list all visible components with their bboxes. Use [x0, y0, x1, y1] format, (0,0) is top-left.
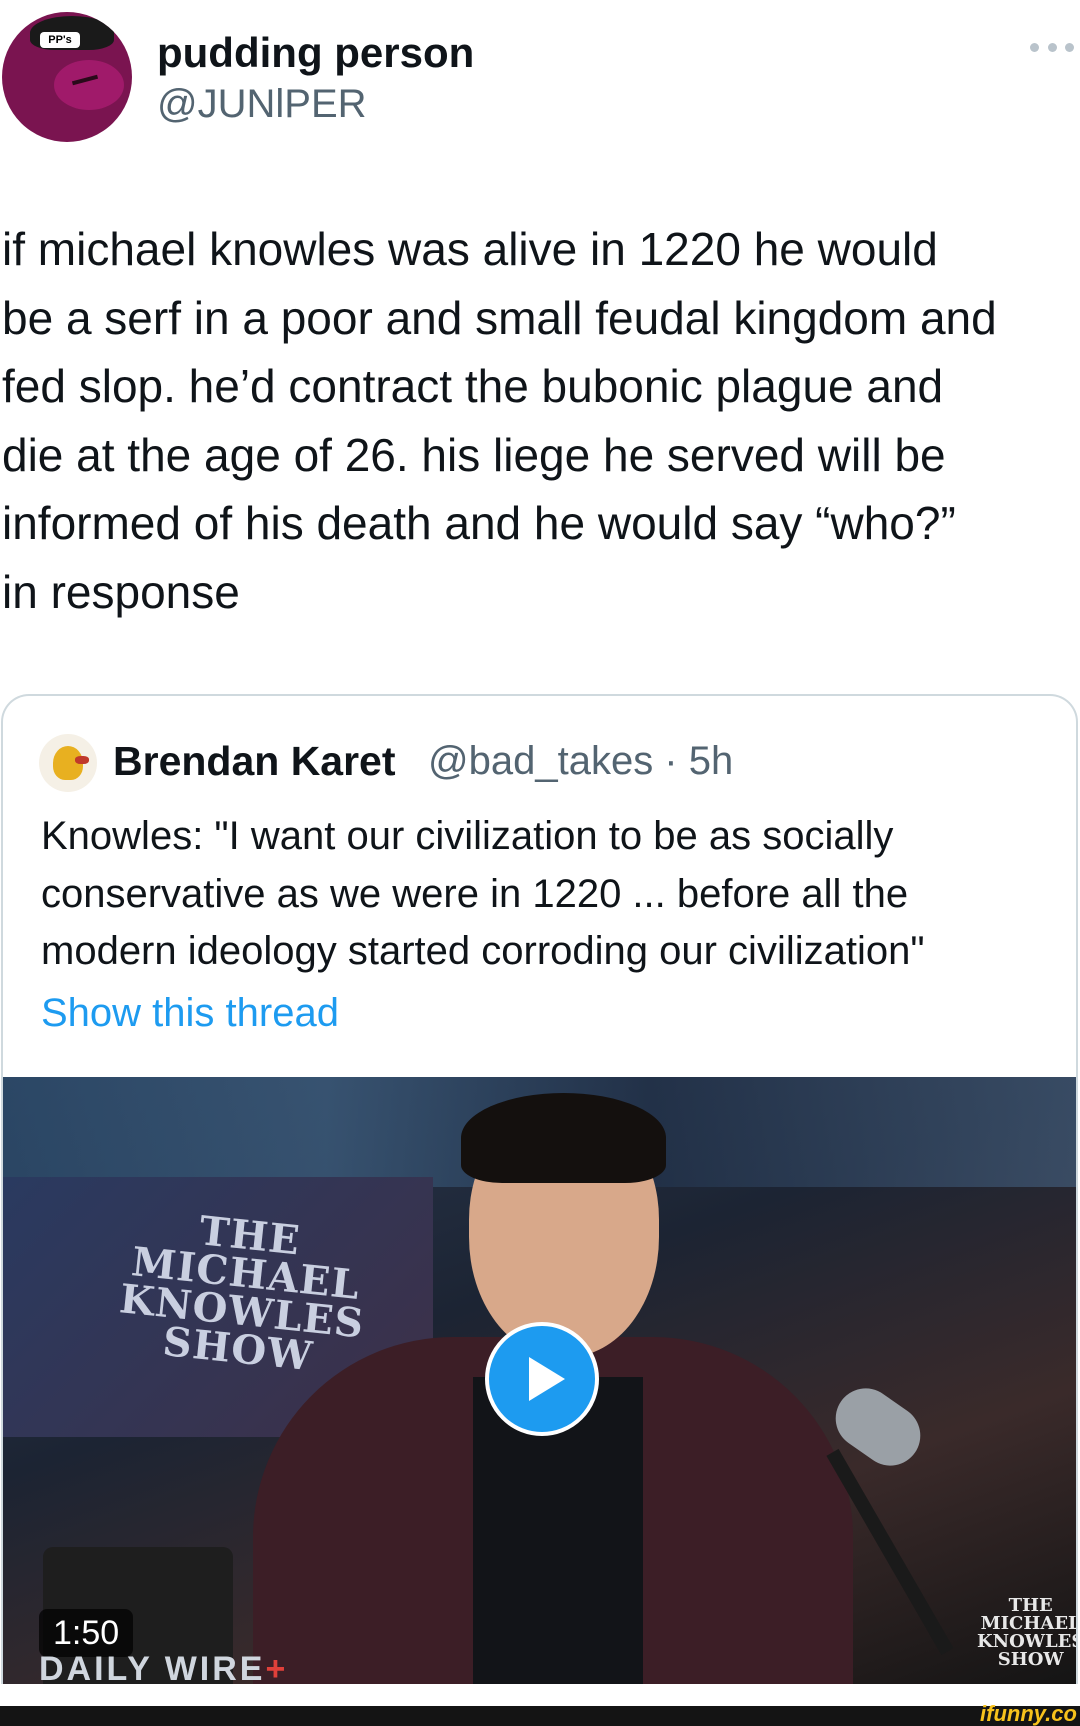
display-name[interactable]: pudding person [157, 28, 474, 78]
quoted-tweet-card[interactable]: Brendan Karet @bad_takes · 5h Knowles: "… [1, 694, 1078, 1684]
user-handle[interactable]: @JUNlPER [157, 80, 367, 128]
more-dot [1047, 42, 1057, 52]
more-dot [1030, 42, 1039, 52]
beak-shape [75, 756, 89, 764]
more-horizontal-icon[interactable] [1030, 40, 1074, 54]
ifunny-logo: ifunny.co [980, 1701, 1077, 1726]
show-thread-link[interactable]: Show this thread [41, 988, 339, 1038]
avatar-badge: PP's [40, 32, 80, 48]
person-hair [461, 1093, 666, 1183]
quoted-handle-time: @bad_takes · 5h [428, 739, 734, 783]
quoted-tweet-text: Knowles: "I want our civilization to be … [41, 814, 925, 973]
tweet-header: PP's pudding person @JUNlPER [0, 0, 1080, 160]
tweet-text: if michael knowles was alive in 1220 he … [2, 223, 997, 618]
play-icon [529, 1357, 565, 1401]
play-button[interactable] [485, 1322, 599, 1436]
daily-wire-plus: + [265, 1650, 289, 1684]
video-player[interactable]: THE MICHAEL KNOWLES SHOW 1:50 DAILY WIRE… [3, 1077, 1078, 1684]
daily-wire-watermark: DAILY WIRE+ [39, 1651, 288, 1684]
avatar-face [54, 60, 124, 110]
show-logo: THE MICHAEL KNOWLES SHOW [117, 1207, 367, 1381]
quoted-avatar[interactable] [39, 734, 97, 792]
quoted-display-name[interactable]: Brendan Karet [113, 736, 396, 786]
more-dot [1065, 42, 1074, 52]
avatar[interactable]: PP's [2, 12, 132, 142]
footer-bar [0, 1706, 1080, 1726]
daily-wire-text: DAILY WIRE [39, 1650, 266, 1684]
show-watermark: THE MICHAEL KNOWLES SHOW [977, 1595, 1078, 1670]
